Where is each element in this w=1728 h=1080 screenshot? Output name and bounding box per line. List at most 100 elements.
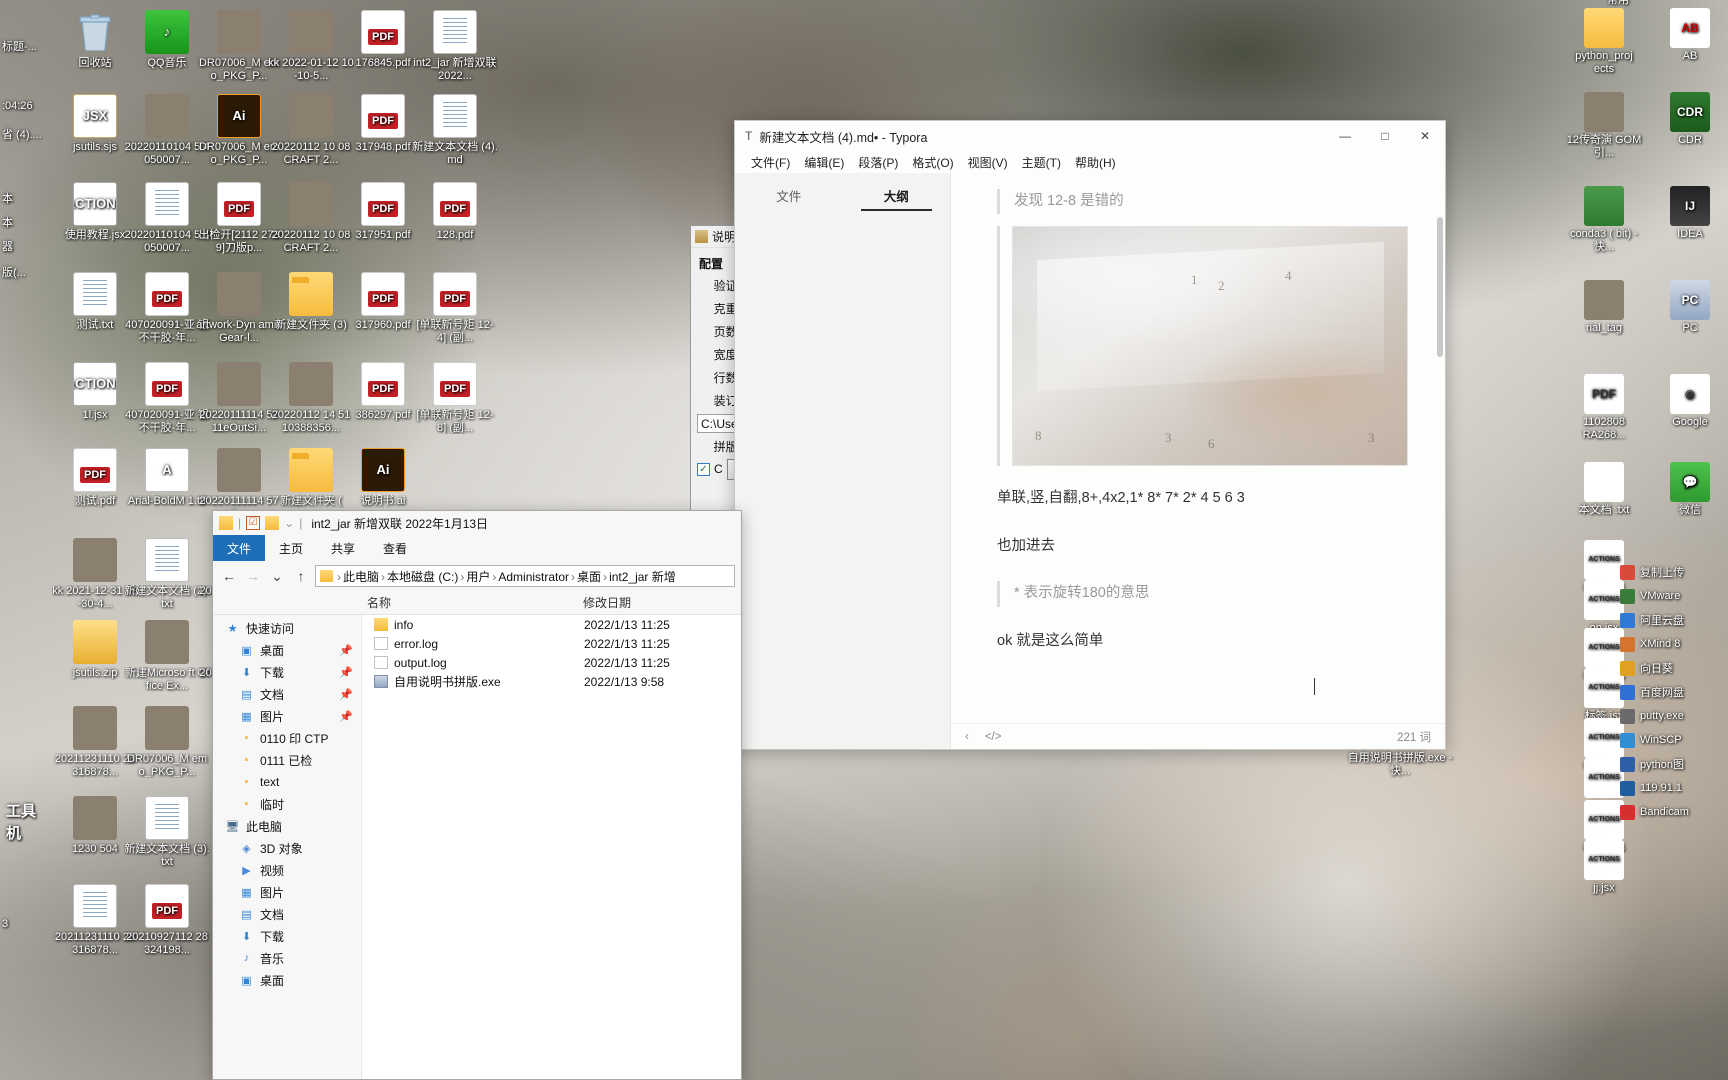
ribbon-tab-2[interactable]: 共享 (317, 535, 369, 561)
column-name[interactable]: 名称 (361, 594, 583, 611)
dock-item[interactable]: ◉ Google (1650, 374, 1728, 429)
quicklaunch-item[interactable]: VMware (1620, 584, 1728, 608)
desktop-icon[interactable]: 新建文本文档 (4).md (412, 94, 498, 166)
typora-titlebar[interactable]: T 新建文本文档 (4).md• - Typora — □ ✕ (735, 121, 1445, 151)
file-explorer-window[interactable]: | ☑ ⌄ | int2_jar 新增双联 2022年1月13日 文件 主页 共享查… (212, 510, 742, 1080)
nav-item[interactable]: ▤ 文档 (213, 903, 361, 925)
dock-item[interactable]: python_proj ects (1564, 8, 1644, 75)
source-code-icon[interactable]: </> (985, 731, 1002, 743)
editor-scrollbar[interactable] (1437, 217, 1443, 357)
desktop-icon[interactable]: [单联新号矩 12-8] (副... (412, 362, 498, 434)
nav-item[interactable]: ▦ 图片 (213, 881, 361, 903)
ribbon-tab-1[interactable]: 主页 (265, 535, 317, 561)
quicklaunch-item[interactable]: XMind 8 (1620, 632, 1728, 656)
menu-item[interactable]: 主题(T) (1016, 152, 1067, 173)
nav-item[interactable]: 🖥 此电脑 (213, 815, 361, 837)
ribbon-tab-0[interactable]: 文件 (213, 535, 266, 561)
nav-item[interactable]: ▣ 桌面 (213, 969, 361, 991)
recent-locations-button[interactable]: ⌄ (267, 568, 287, 585)
quicklaunch-item[interactable]: WinSCP (1620, 728, 1728, 752)
nav-item[interactable]: ▪ 临时 (213, 793, 361, 815)
menu-item[interactable]: 文件(F) (745, 152, 796, 173)
breadcrumb-segment[interactable]: int2_jar 新增 (609, 570, 676, 584)
file-name-cell[interactable]: output.log (362, 656, 584, 670)
typora-menubar[interactable]: 文件(F) 编辑(E) 段落(P) 格式(O) 视图(V) 主题(T) 帮助(H) (735, 151, 1445, 173)
pin-icon[interactable]: 📌 (339, 644, 353, 657)
forward-button[interactable]: → (243, 568, 263, 584)
menu-item[interactable]: 编辑(E) (798, 152, 850, 173)
nav-item[interactable]: ♪ 音乐 (213, 947, 361, 969)
dock-item[interactable]: 💬 微信 (1650, 462, 1728, 517)
pin-icon[interactable]: 📌 (339, 710, 353, 723)
typora-sidebar-tabs[interactable]: 文件 大纲 (735, 173, 950, 217)
explorer-file-list[interactable]: info 2022/1/13 11:25 error.log 2022/1/13 11… (361, 615, 741, 1079)
file-name-cell[interactable]: 自用说明书拼版.exe (362, 673, 584, 690)
desktop-icon[interactable]: Ai 说明书.ai (340, 448, 426, 508)
quicklaunch-item[interactable]: 119.91.1 (1620, 776, 1728, 800)
word-count[interactable]: 221 词 (1397, 729, 1431, 745)
nav-item[interactable]: ▶ 视频 (213, 859, 361, 881)
file-name-cell[interactable]: error.log (362, 637, 584, 651)
breadcrumb-items[interactable]: › 此电脑 › 本地磁盘 (C:) › 用户 › Administrator › 桌面 › int2_… (335, 568, 676, 585)
desktop-icon[interactable]: 128.pdf (412, 182, 498, 242)
pin-icon[interactable]: 📌 (339, 688, 353, 701)
explorer-ribbon-tabs[interactable]: 文件 主页 共享 查看 (213, 535, 741, 561)
dock-item[interactable]: PC PC (1650, 280, 1728, 335)
menu-item[interactable]: 格式(O) (906, 152, 959, 173)
breadcrumb-segment[interactable]: 此电脑 (343, 570, 379, 584)
quicklaunch-item[interactable]: putty.exe (1620, 704, 1728, 728)
breadcrumb-segment[interactable]: 用户 (466, 570, 490, 584)
desktop-icon[interactable]: [单联新号矩 12-4] (副... (412, 272, 498, 344)
customize-icon[interactable]: ⌄ (284, 516, 294, 530)
quicklaunch-item[interactable]: python图 (1620, 752, 1728, 776)
dock-item[interactable]: PDF 1102808 RA268... (1564, 374, 1644, 441)
explorer-titlebar[interactable]: | ☑ ⌄ | int2_jar 新增双联 2022年1月13日 (213, 511, 741, 535)
menu-item[interactable]: 帮助(H) (1069, 152, 1122, 173)
breadcrumb[interactable]: › 此电脑 › 本地磁盘 (C:) › 用户 › Administrator › 桌面 › int2_… (315, 565, 735, 587)
sidebar-tab-outline[interactable]: 大纲 (843, 173, 951, 217)
nav-item[interactable]: ▪ 0110 印 CTP (213, 727, 361, 749)
sidebar-tab-files[interactable]: 文件 (735, 173, 843, 217)
typora-editor[interactable]: 发现 12-8 是错的 1 2 4 8 3 6 3 单联,竖,自翻,8+,4x2,1* 8*… (951, 173, 1445, 723)
file-name-cell[interactable]: info (362, 618, 584, 632)
quicklaunch-item[interactable]: 阿里云盘 (1620, 608, 1728, 632)
breadcrumb-segment[interactable]: 本地磁盘 (C:) (387, 570, 458, 584)
statusbar-left[interactable]: ‹ </> (965, 731, 1001, 743)
dock-item[interactable]: 本文档 .txt (1564, 462, 1644, 517)
quicklaunch-item[interactable]: 百度网盘 (1620, 680, 1728, 704)
minimize-button[interactable]: — (1325, 121, 1365, 151)
column-modified[interactable]: 修改日期 (583, 594, 741, 611)
table-row[interactable]: output.log 2022/1/13 11:25 (362, 653, 741, 672)
breadcrumb-segment[interactable]: Administrator (498, 570, 569, 584)
properties-icon[interactable]: ☑ (246, 516, 261, 530)
explorer-navigation-pane[interactable]: ★ 快速访问 ▣ 桌面 📌 ⬇ 下载 📌 ▤ 文档 📌 ▦ 图片 📌 ▪ 0110 印 CTP ▪ 0111 已检… (213, 615, 361, 1079)
up-button[interactable]: ↑ (291, 568, 311, 584)
ribbon-tab-3[interactable]: 查看 (369, 535, 421, 561)
dock-item[interactable]: CDR CDR (1650, 92, 1728, 147)
dock-item[interactable]: ACTIONS jj.jsx (1564, 840, 1644, 895)
dock-item[interactable]: 12传奇演 GOM引... (1564, 92, 1644, 159)
menu-item[interactable]: 段落(P) (852, 152, 904, 173)
explorer-column-headers[interactable]: 名称 修改日期 (213, 591, 741, 615)
nav-item[interactable]: ◈ 3D 对象 (213, 837, 361, 859)
maximize-button[interactable]: □ (1365, 121, 1405, 151)
desktop-icon[interactable]: int2_jar 新增双联 2022... (412, 10, 498, 82)
nav-item[interactable]: ▤ 文档 📌 (213, 683, 361, 705)
back-button[interactable]: ← (219, 568, 239, 584)
nav-item[interactable]: ▣ 桌面 📌 (213, 639, 361, 661)
dock-item[interactable]: AB AB (1650, 8, 1728, 63)
typora-window[interactable]: T 新建文本文档 (4).md• - Typora — □ ✕ 文件(F) 编辑(… (734, 120, 1446, 750)
table-row[interactable]: error.log 2022/1/13 11:25 (362, 634, 741, 653)
dock-item[interactable]: rial_tag (1564, 280, 1644, 335)
nav-item[interactable]: ⬇ 下载 📌 (213, 661, 361, 683)
menu-item[interactable]: 视图(V) (962, 152, 1014, 173)
breadcrumb-segment[interactable]: 桌面 (577, 570, 601, 584)
nav-item[interactable]: ▪ 0111 已检 (213, 749, 361, 771)
explorer-address-bar[interactable]: ← → ⌄ ↑ › 此电脑 › 本地磁盘 (C:) › 用户 › Administrator ›… (213, 561, 741, 591)
nav-item[interactable]: ▦ 图片 📌 (213, 705, 361, 727)
typora-sidebar[interactable]: 文件 大纲 (735, 173, 951, 749)
table-row[interactable]: info 2022/1/13 11:25 (362, 615, 741, 634)
nav-item[interactable]: ⬇ 下载 (213, 925, 361, 947)
typora-editor-wrap[interactable]: 发现 12-8 是错的 1 2 4 8 3 6 3 单联,竖,自翻,8+,4x2,1* 8*… (951, 173, 1445, 749)
dock-item[interactable]: conda3 ( bit) - 快... (1564, 186, 1644, 253)
